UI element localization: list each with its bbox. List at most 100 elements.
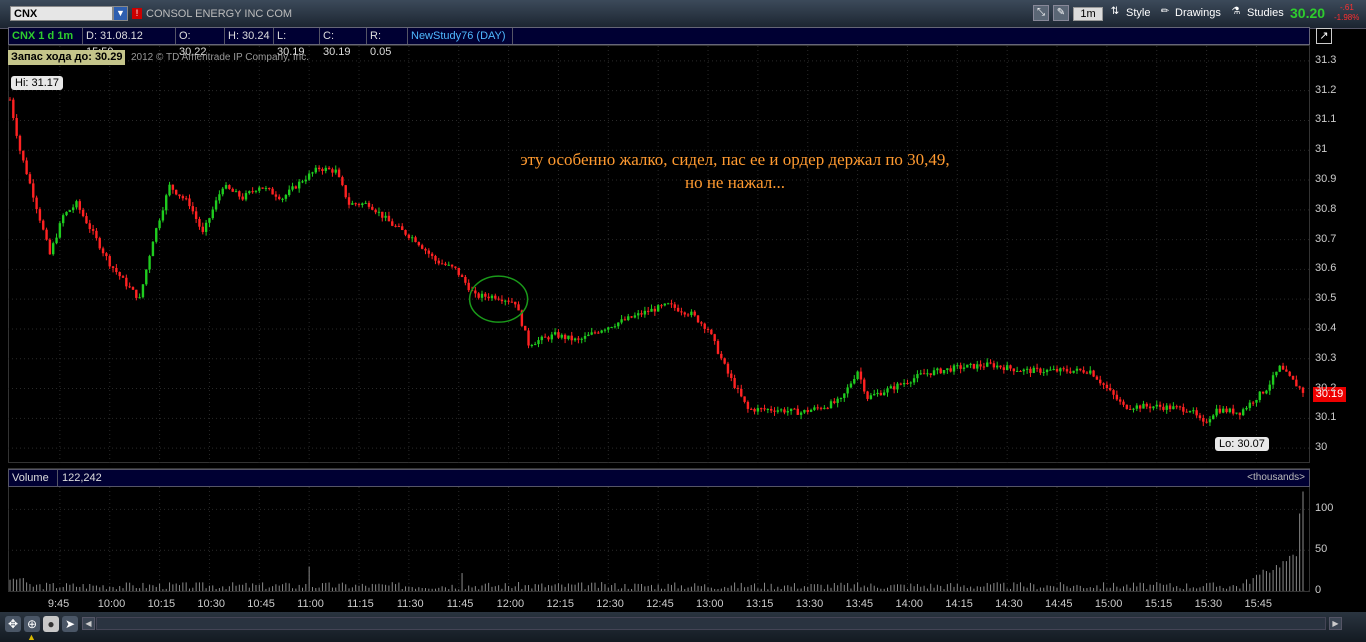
- price-tick-label: 30.8: [1315, 202, 1337, 215]
- info-study[interactable]: NewStudy76 (DAY): [408, 28, 513, 44]
- candle-body: [643, 310, 647, 315]
- studies-button[interactable]: Studies: [1247, 5, 1284, 22]
- time-tick-label: 12:15: [546, 598, 574, 610]
- candle-body: [484, 293, 487, 297]
- candle-body: [819, 407, 823, 409]
- candle-body: [776, 410, 780, 412]
- high-bubble: Hi: 31.17: [11, 76, 64, 90]
- alert-icon[interactable]: !: [132, 8, 142, 19]
- candle-body: [474, 290, 477, 294]
- annotation-text: эту особенно жалко, сидел, пас ее и орде…: [430, 148, 1040, 194]
- candle-body: [1059, 368, 1062, 372]
- candle-body: [896, 383, 899, 390]
- candle-body: [490, 295, 494, 299]
- symbol-dropdown-button[interactable]: ▼: [113, 6, 128, 21]
- candle-body: [912, 378, 916, 383]
- annotation-line-2: но не нажал...: [684, 173, 786, 192]
- candle-body: [1125, 404, 1129, 409]
- candle-body: [610, 327, 613, 329]
- candle-body: [374, 209, 377, 213]
- candle-body: [996, 365, 999, 368]
- price-chart[interactable]: [8, 46, 1310, 463]
- candle-body: [663, 303, 667, 306]
- candle-body: [1295, 379, 1298, 387]
- price-tick-label: 31: [1315, 143, 1328, 156]
- candle-body: [1185, 411, 1188, 413]
- chart-info-bar: CNX 1 d 1m D: 31.08.12 15:59 O: 30.22 H:…: [8, 27, 1310, 58]
- candle-body: [108, 256, 111, 267]
- style-button[interactable]: Style: [1126, 5, 1150, 22]
- candle-body: [254, 190, 258, 192]
- crosshair-tool-icon[interactable]: ⤡: [1033, 5, 1049, 21]
- candle-body: [91, 229, 95, 231]
- candle-body: [357, 204, 361, 206]
- candle-body: [447, 264, 450, 266]
- scroll-left-icon[interactable]: ◀: [82, 617, 95, 630]
- wrench-icon[interactable]: ✎: [1053, 5, 1069, 21]
- pan-icon[interactable]: ✥: [5, 616, 21, 632]
- candle-body: [337, 169, 341, 178]
- candle-body: [1075, 368, 1079, 371]
- candle-body: [1005, 365, 1009, 370]
- candle-body: [640, 313, 643, 315]
- candle-body: [165, 195, 168, 211]
- candle-body: [324, 167, 327, 171]
- candle-body: [1128, 408, 1132, 410]
- candle-body: [1019, 371, 1022, 373]
- studies-icon: ⚗: [1231, 6, 1241, 17]
- time-tick-label: 11:30: [396, 598, 424, 610]
- candle-body: [214, 200, 218, 210]
- candle-body: [168, 184, 171, 196]
- candle-body: [454, 266, 457, 268]
- candle-body: [148, 256, 151, 270]
- candle-body: [882, 392, 886, 396]
- candle-body: [989, 362, 992, 364]
- candle-body: [384, 215, 387, 218]
- zoom-out-icon[interactable]: ●: [43, 616, 59, 632]
- candle-body: [1275, 371, 1278, 376]
- volume-tick-label: 100: [1315, 502, 1334, 515]
- candle-body: [1095, 376, 1099, 380]
- candle-body: [188, 198, 191, 207]
- candle-body: [420, 245, 424, 249]
- zoom-in-icon[interactable]: ⊕: [24, 616, 40, 632]
- timeframe-button[interactable]: 1m: [1073, 7, 1103, 21]
- candle-body: [823, 407, 826, 409]
- candle-body: [261, 187, 264, 189]
- candle-body: [228, 185, 231, 189]
- candle-body: [1122, 401, 1125, 405]
- candle-body: [1165, 405, 1168, 410]
- candle-body: [414, 237, 417, 243]
- candle-body: [646, 310, 650, 312]
- symbol-input[interactable]: CNX: [10, 6, 113, 21]
- candle-body: [743, 396, 746, 402]
- candle-body: [650, 308, 653, 312]
- candle-body: [1192, 410, 1195, 412]
- expand-icon[interactable]: ▲: [27, 632, 39, 642]
- time-tick-label: 10:45: [247, 598, 275, 610]
- candle-body: [1278, 365, 1281, 372]
- info-date: D: 31.08.12 15:59: [83, 28, 176, 58]
- chart-settings-icon[interactable]: ↗: [1316, 28, 1332, 44]
- info-symbol-period[interactable]: CNX 1 d 1m: [9, 28, 83, 44]
- candle-body: [543, 336, 547, 338]
- candle-body: [15, 118, 18, 136]
- candle-body: [829, 401, 833, 409]
- cursor-icon[interactable]: ➤: [62, 616, 78, 632]
- candle-body: [1115, 394, 1119, 400]
- drawings-button[interactable]: Drawings: [1175, 5, 1221, 22]
- candle-body: [836, 398, 839, 403]
- price-tick-label: 30.3: [1315, 351, 1337, 364]
- candle-body: [314, 167, 317, 173]
- candle-body: [427, 250, 431, 254]
- candle-body: [856, 371, 859, 379]
- volume-chart[interactable]: [8, 487, 1310, 591]
- candle-body: [1072, 370, 1075, 373]
- scroll-right-icon[interactable]: ▶: [1329, 617, 1342, 630]
- candle-body: [730, 373, 733, 379]
- candle-body: [1238, 412, 1242, 416]
- candle-body: [211, 209, 214, 219]
- horizontal-scrollbar[interactable]: [96, 617, 1326, 630]
- candle-body: [919, 373, 922, 375]
- candle-body: [750, 408, 753, 410]
